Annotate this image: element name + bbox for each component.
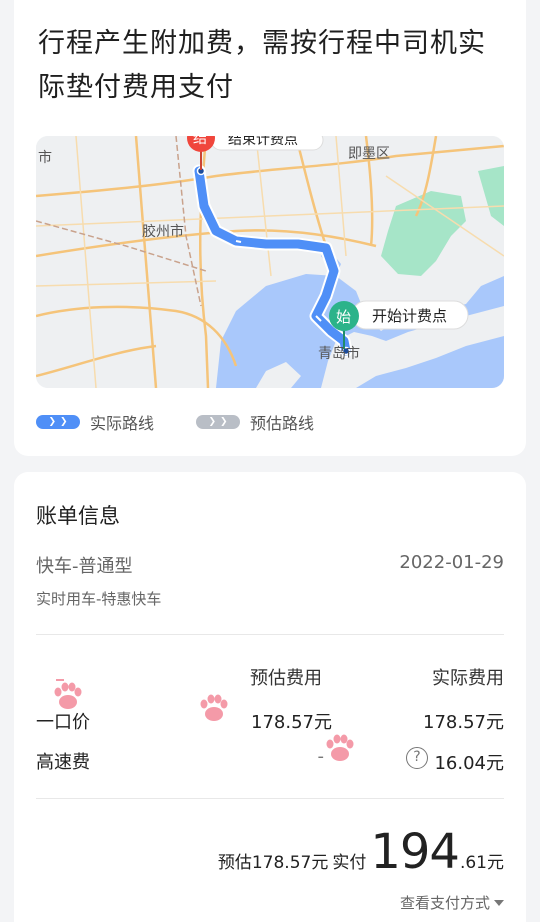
service-subtype: 实时用车-特惠快车 xyxy=(36,590,162,608)
actual-paid-decimal: .61元 xyxy=(459,853,504,873)
view-payment-method-link[interactable]: 查看支付方式 xyxy=(400,892,504,913)
paw-sticker-icon xyxy=(326,734,354,761)
start-marker-label: 开始计费点 xyxy=(372,308,447,325)
actual-fee-header: 实际费用 xyxy=(432,668,504,689)
estimated-fee-header: 预估费用 xyxy=(250,668,322,689)
legend-estimated-label: 预估路线 xyxy=(250,414,315,433)
place-label-qingdao: 青岛市 xyxy=(318,345,360,361)
surcharge-notice: 行程产生附加费，需按行程中司机实际垫付费用支付 xyxy=(38,28,486,103)
route-card: 行程产生附加费，需按行程中司机实际垫付费用支付 结束计费点 结 开始计费点 始 … xyxy=(14,0,526,456)
actual-route-swatch: ❯ ❯ xyxy=(36,415,80,429)
service-type: 快车-普通型 xyxy=(36,556,133,577)
end-marker-badge: 结 xyxy=(193,136,207,146)
divider xyxy=(36,798,504,799)
place-label-jiaozhou: 胶州市 xyxy=(142,223,184,239)
route-legend: ❯ ❯ 实际路线 ❯ ❯ 预估路线 xyxy=(36,410,356,434)
chevron-down-icon xyxy=(494,899,504,906)
end-marker-label: 结束计费点 xyxy=(228,136,298,147)
paw-sticker-icon xyxy=(200,694,228,721)
legend-actual-label: 实际路线 xyxy=(90,414,155,433)
trip-date: 2022-01-29 xyxy=(399,552,504,573)
fixed-price-actual: 178.57元 xyxy=(423,712,504,733)
place-label-edge-city: 市 xyxy=(38,149,52,165)
place-label-jimo: 即墨区 xyxy=(348,145,390,161)
actual-paid-integer: 194 xyxy=(370,824,460,880)
payment-total: 预估178.57元 实付 194 .61元 xyxy=(218,824,504,884)
start-marker-badge: 始 xyxy=(336,309,351,326)
toll-actual: 16.04元 xyxy=(434,753,504,774)
payment-link-label: 查看支付方式 xyxy=(399,894,490,912)
route-map[interactable]: 结束计费点 结 开始计费点 始 即墨区 胶州市 青岛市 市 xyxy=(36,136,504,388)
divider xyxy=(36,634,504,635)
paw-sticker-icon xyxy=(54,679,82,709)
bill-title: 账单信息 xyxy=(36,504,120,528)
question-circle-icon[interactable]: ? xyxy=(406,747,428,769)
estimated-route-swatch: ❯ ❯ xyxy=(196,415,241,429)
estimated-total: 预估178.57元 xyxy=(217,853,329,873)
fee-label-toll: 高速费 xyxy=(36,752,90,773)
actual-paid-label: 实付 xyxy=(332,853,367,873)
fixed-price-estimated: 178.57元 xyxy=(251,712,332,733)
bill-card: 账单信息 快车-普通型 2022-01-29 实时用车-特惠快车 预估费用 实际… xyxy=(14,472,526,922)
